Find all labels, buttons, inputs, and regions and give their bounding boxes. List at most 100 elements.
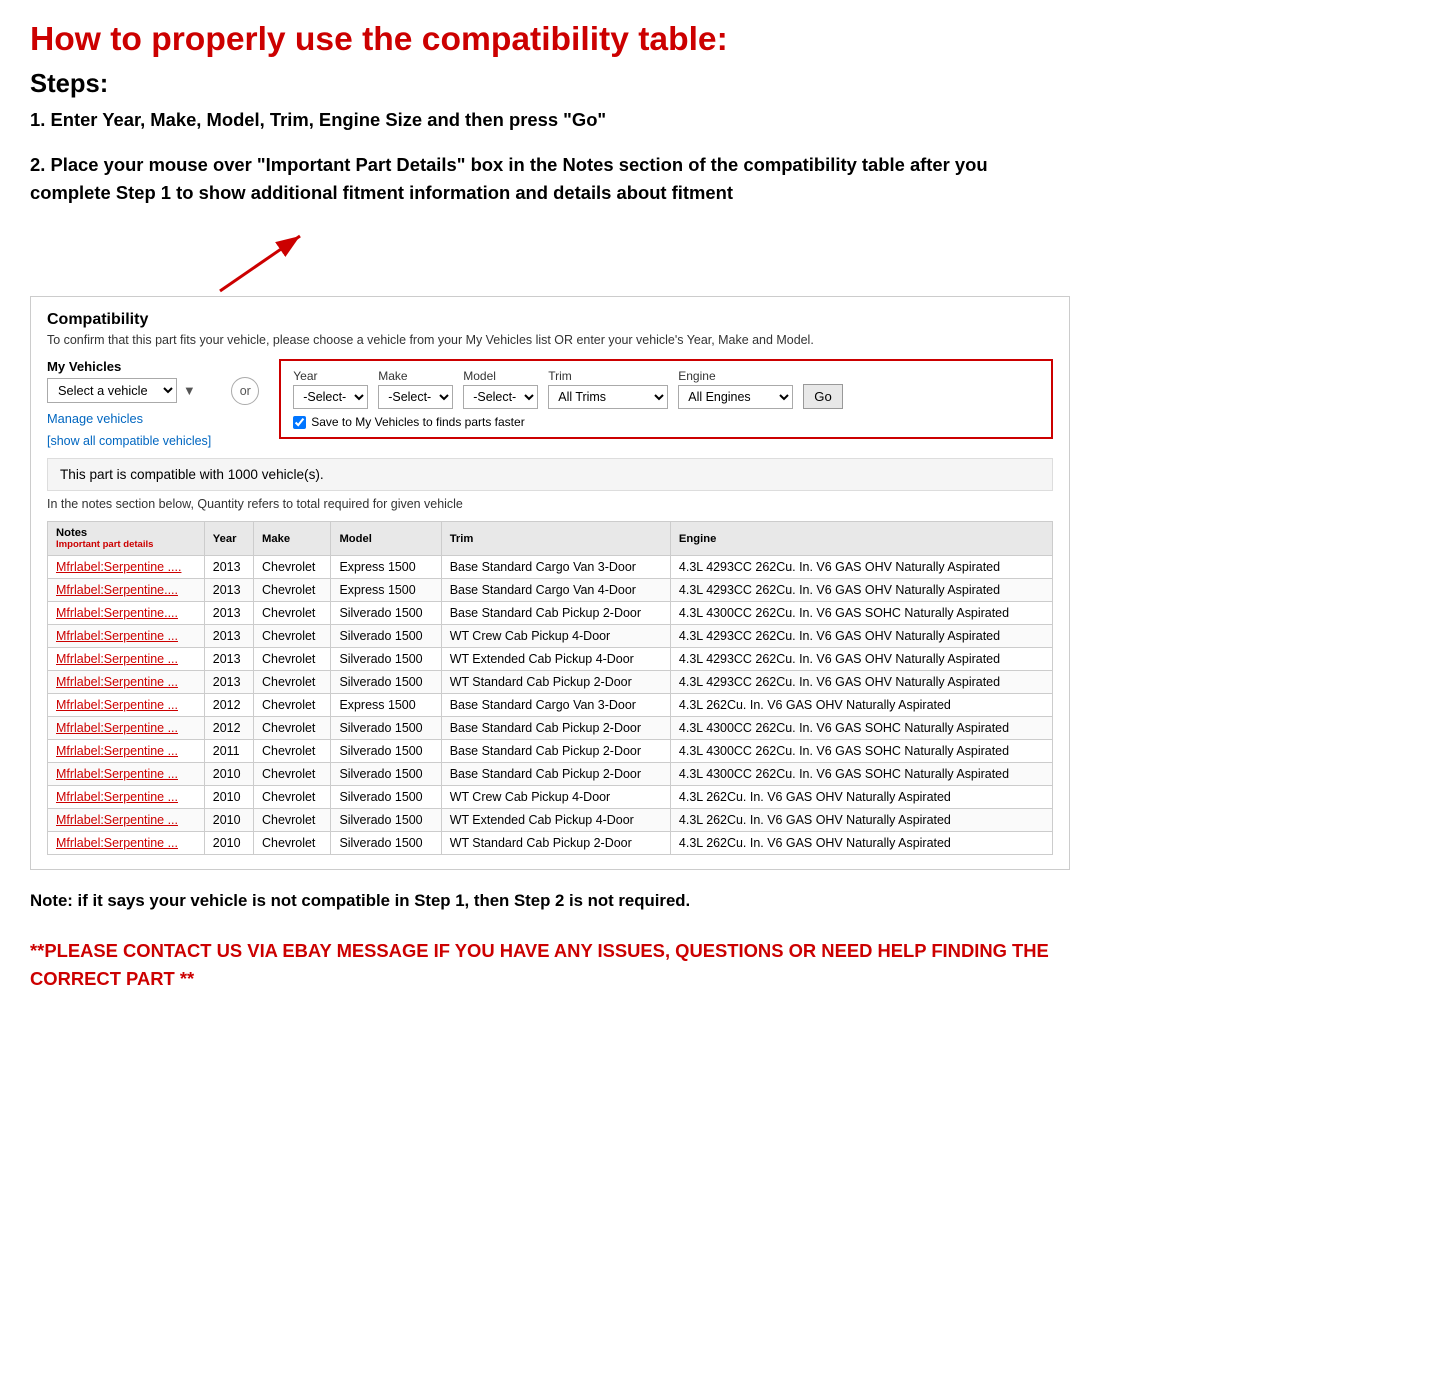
cell-trim: WT Extended Cab Pickup 4-Door (441, 809, 670, 832)
cell-year: 2010 (204, 786, 253, 809)
cell-notes[interactable]: Mfrlabel:Serpentine .... (48, 556, 205, 579)
cell-make: Chevrolet (254, 602, 331, 625)
cell-notes[interactable]: Mfrlabel:Serpentine ... (48, 832, 205, 855)
cell-model: Express 1500 (331, 556, 441, 579)
cell-engine: 4.3L 4293CC 262Cu. In. V6 GAS OHV Natura… (670, 556, 1052, 579)
compat-subtitle: To confirm that this part fits your vehi… (47, 333, 1053, 347)
cell-year: 2010 (204, 763, 253, 786)
cell-model: Silverado 1500 (331, 809, 441, 832)
cell-year: 2012 (204, 717, 253, 740)
cell-year: 2013 (204, 671, 253, 694)
cell-engine: 4.3L 4300CC 262Cu. In. V6 GAS SOHC Natur… (670, 717, 1052, 740)
table-row: Mfrlabel:Serpentine ...2012ChevroletSilv… (48, 717, 1053, 740)
trim-label: Trim (548, 369, 668, 383)
model-label: Model (463, 369, 538, 383)
th-trim: Trim (441, 522, 670, 556)
table-row: Mfrlabel:Serpentine....2013ChevroletSilv… (48, 602, 1053, 625)
arrow-graphic (160, 226, 320, 296)
contact-text: **PLEASE CONTACT US VIA EBAY MESSAGE IF … (30, 937, 1070, 992)
notes-sub-label: Important part details (56, 539, 196, 550)
compat-info-bar: This part is compatible with 1000 vehicl… (47, 458, 1053, 491)
cell-engine: 4.3L 4293CC 262Cu. In. V6 GAS OHV Natura… (670, 648, 1052, 671)
cell-trim: WT Crew Cab Pickup 4-Door (441, 786, 670, 809)
cell-engine: 4.3L 4300CC 262Cu. In. V6 GAS SOHC Natur… (670, 602, 1052, 625)
cell-notes[interactable]: Mfrlabel:Serpentine ... (48, 786, 205, 809)
th-engine: Engine (670, 522, 1052, 556)
make-field: Make -Select- (378, 369, 453, 409)
cell-trim: Base Standard Cab Pickup 2-Door (441, 602, 670, 625)
note-text: Note: if it says your vehicle is not com… (30, 888, 1070, 913)
cell-engine: 4.3L 4293CC 262Cu. In. V6 GAS OHV Natura… (670, 579, 1052, 602)
cell-model: Silverado 1500 (331, 740, 441, 763)
cell-make: Chevrolet (254, 694, 331, 717)
cell-trim: Base Standard Cargo Van 3-Door (441, 556, 670, 579)
compat-table: Notes Important part details Year Make M… (47, 521, 1053, 855)
make-select[interactable]: -Select- (378, 385, 453, 409)
cell-engine: 4.3L 262Cu. In. V6 GAS OHV Naturally Asp… (670, 786, 1052, 809)
cell-engine: 4.3L 4293CC 262Cu. In. V6 GAS OHV Natura… (670, 671, 1052, 694)
table-row: Mfrlabel:Serpentine....2013ChevroletExpr… (48, 579, 1053, 602)
cell-make: Chevrolet (254, 579, 331, 602)
year-select[interactable]: -Select- (293, 385, 368, 409)
cell-year: 2013 (204, 556, 253, 579)
cell-notes[interactable]: Mfrlabel:Serpentine.... (48, 602, 205, 625)
th-make: Make (254, 522, 331, 556)
cell-notes[interactable]: Mfrlabel:Serpentine ... (48, 648, 205, 671)
table-row: Mfrlabel:Serpentine ...2013ChevroletSilv… (48, 625, 1053, 648)
cell-engine: 4.3L 4293CC 262Cu. In. V6 GAS OHV Natura… (670, 625, 1052, 648)
step1-text: 1. Enter Year, Make, Model, Trim, Engine… (30, 107, 1070, 133)
engine-select[interactable]: All Engines (678, 385, 793, 409)
cell-make: Chevrolet (254, 717, 331, 740)
cell-engine: 4.3L 262Cu. In. V6 GAS OHV Naturally Asp… (670, 694, 1052, 717)
model-field: Model -Select- (463, 369, 538, 409)
save-checkbox[interactable] (293, 416, 306, 429)
table-row: Mfrlabel:Serpentine ...2010ChevroletSilv… (48, 832, 1053, 855)
cell-notes[interactable]: Mfrlabel:Serpentine ... (48, 717, 205, 740)
trim-select[interactable]: All Trims (548, 385, 668, 409)
my-vehicles-section: My Vehicles Select a vehicle ▼ Manage ve… (47, 359, 211, 448)
cell-year: 2010 (204, 809, 253, 832)
table-row: Mfrlabel:Serpentine ...2012ChevroletExpr… (48, 694, 1053, 717)
dropdown-arrow-icon: ▼ (183, 383, 196, 398)
table-row: Mfrlabel:Serpentine ...2010ChevroletSilv… (48, 786, 1053, 809)
table-row: Mfrlabel:Serpentine ....2013ChevroletExp… (48, 556, 1053, 579)
cell-notes[interactable]: Mfrlabel:Serpentine ... (48, 740, 205, 763)
cell-model: Silverado 1500 (331, 625, 441, 648)
cell-make: Chevrolet (254, 740, 331, 763)
table-row: Mfrlabel:Serpentine ...2011ChevroletSilv… (48, 740, 1053, 763)
table-header-row: Notes Important part details Year Make M… (48, 522, 1053, 556)
table-row: Mfrlabel:Serpentine ...2010ChevroletSilv… (48, 809, 1053, 832)
cell-year: 2012 (204, 694, 253, 717)
cell-model: Silverado 1500 (331, 786, 441, 809)
cell-notes[interactable]: Mfrlabel:Serpentine ... (48, 809, 205, 832)
cell-model: Express 1500 (331, 579, 441, 602)
save-row: Save to My Vehicles to finds parts faste… (293, 415, 1039, 429)
cell-make: Chevrolet (254, 832, 331, 855)
cell-year: 2010 (204, 832, 253, 855)
cell-notes[interactable]: Mfrlabel:Serpentine ... (48, 625, 205, 648)
cell-notes[interactable]: Mfrlabel:Serpentine ... (48, 671, 205, 694)
step2-text: 2. Place your mouse over "Important Part… (30, 151, 1070, 206)
cell-engine: 4.3L 262Cu. In. V6 GAS OHV Naturally Asp… (670, 809, 1052, 832)
cell-notes[interactable]: Mfrlabel:Serpentine ... (48, 763, 205, 786)
th-model: Model (331, 522, 441, 556)
vehicle-select[interactable]: Select a vehicle (47, 378, 177, 403)
go-button[interactable]: Go (803, 384, 843, 409)
cell-trim: Base Standard Cargo Van 3-Door (441, 694, 670, 717)
cell-trim: Base Standard Cargo Van 4-Door (441, 579, 670, 602)
cell-make: Chevrolet (254, 671, 331, 694)
cell-engine: 4.3L 262Cu. In. V6 GAS OHV Naturally Asp… (670, 832, 1052, 855)
th-notes: Notes Important part details (48, 522, 205, 556)
table-row: Mfrlabel:Serpentine ...2010ChevroletSilv… (48, 763, 1053, 786)
cell-make: Chevrolet (254, 648, 331, 671)
cell-model: Silverado 1500 (331, 717, 441, 740)
cell-notes[interactable]: Mfrlabel:Serpentine.... (48, 579, 205, 602)
cell-engine: 4.3L 4300CC 262Cu. In. V6 GAS SOHC Natur… (670, 763, 1052, 786)
manage-vehicles-link[interactable]: Manage vehicles (47, 411, 211, 426)
steps-title: Steps: (30, 70, 1070, 99)
show-all-link[interactable]: [show all compatible vehicles] (47, 434, 211, 448)
or-label: or (231, 377, 259, 405)
model-select[interactable]: -Select- (463, 385, 538, 409)
make-label: Make (378, 369, 453, 383)
cell-notes[interactable]: Mfrlabel:Serpentine ... (48, 694, 205, 717)
